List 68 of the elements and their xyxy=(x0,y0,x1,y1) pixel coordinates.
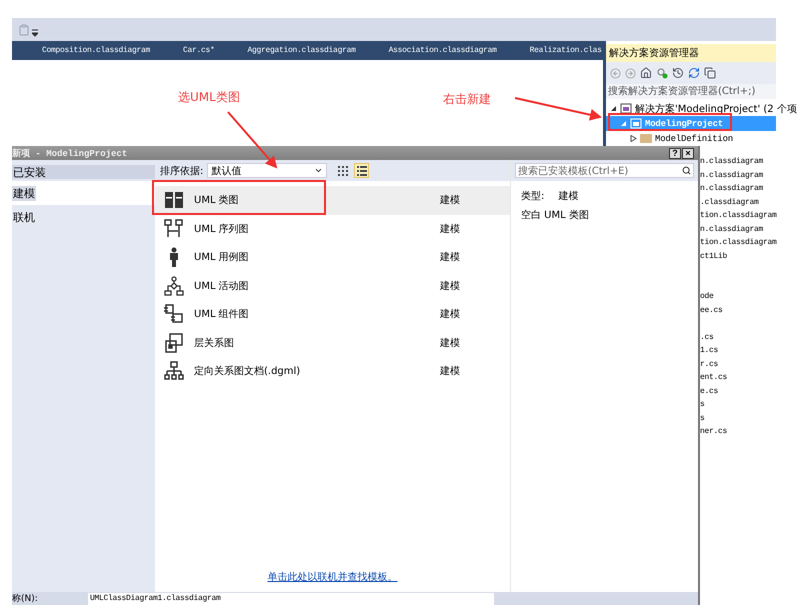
template-row[interactable]: 层关系图 建模 xyxy=(155,328,510,357)
file-name[interactable]: s xyxy=(700,414,705,422)
document-tab[interactable]: Aggregation.classdiagram xyxy=(248,44,356,57)
list-view-button[interactable] xyxy=(354,163,370,178)
document-tab[interactable]: Car.cs* xyxy=(183,44,215,57)
collapsed-arrow-icon[interactable] xyxy=(630,135,637,142)
sort-label: 排序依据: xyxy=(160,164,204,178)
sort-dropdown[interactable]: 默认值 xyxy=(207,163,328,178)
template-row[interactable]: UML 序列图 建模 xyxy=(155,214,510,243)
file-name[interactable]: ner.cs xyxy=(700,427,728,436)
tree-item[interactable]: ModelDefinition xyxy=(606,131,776,146)
file-name[interactable]: .cs xyxy=(700,332,714,342)
type-value: 建模 xyxy=(558,190,578,203)
expanded-arrow-icon[interactable] xyxy=(610,105,617,112)
grid-view-button[interactable] xyxy=(335,163,350,178)
search-field[interactable]: 搜索解决方案资源管理器(Ctrl+;) xyxy=(606,84,776,99)
annotation-text: 右击新建 xyxy=(443,91,491,108)
close-button[interactable]: × xyxy=(682,148,694,158)
template-row[interactable]: UML 类图 建模 xyxy=(155,186,510,214)
document-tab[interactable]: Realization.clas xyxy=(530,44,602,57)
file-name[interactable]: ent.cs xyxy=(700,373,728,382)
annotation-text: 选UML类图 xyxy=(178,89,240,106)
file-name[interactable]: ct1Lib xyxy=(700,252,728,260)
file-name[interactable]: n.classdiagram xyxy=(700,170,764,180)
help-button[interactable]: ? xyxy=(669,148,681,158)
category-item[interactable]: 联机 xyxy=(12,210,36,224)
template-row[interactable]: UML 组件图 建模 xyxy=(155,300,510,328)
template-row[interactable]: UML 活动图 建模 xyxy=(155,272,510,300)
component-diagram-icon xyxy=(164,304,184,324)
file-name[interactable]: n.classdiagram xyxy=(700,157,764,166)
activity-diagram-icon xyxy=(164,276,184,296)
file-name[interactable]: n.classdiagram xyxy=(700,184,764,193)
template-row[interactable]: UML 用例图 建模 xyxy=(155,243,510,272)
class-diagram-icon xyxy=(164,190,184,210)
search-field[interactable]: 搜索已安装模板(Ctrl+E) xyxy=(515,163,694,178)
search-icon xyxy=(682,166,691,175)
file-name[interactable]: ode xyxy=(700,292,714,301)
file-name[interactable]: 1.cs xyxy=(700,346,718,355)
tree-item[interactable]: 解决方案'ModelingProject' (2 个项 xyxy=(606,101,797,116)
online-link[interactable]: 单击此处以联机并查找模板。 xyxy=(268,570,398,584)
file-name[interactable]: n.classdiagram xyxy=(700,224,764,234)
folder-icon xyxy=(640,133,652,144)
file-name[interactable]: s xyxy=(700,400,705,409)
document-tab[interactable]: Association.classdiagram xyxy=(388,44,497,57)
name-label: 称(N): xyxy=(12,592,39,605)
type-label: 类型: xyxy=(521,190,544,203)
document-tab[interactable]: Composition.classdiagram xyxy=(42,44,150,57)
dialog-title: 新项 - ModelingProject xyxy=(12,147,128,160)
panel-title: 解决方案资源管理器 xyxy=(606,44,776,62)
template-row[interactable]: 定向关系图文档(.dgml) 建模 xyxy=(155,357,510,386)
hierarchy-icon xyxy=(164,361,184,382)
dropdown-caret-icon xyxy=(314,166,324,175)
history-icon[interactable] xyxy=(672,67,684,79)
category-item[interactable]: 建模 xyxy=(12,186,36,200)
file-name[interactable]: tion.classdiagram xyxy=(700,211,777,220)
file-name[interactable]: r.cs xyxy=(700,360,718,368)
refresh-icon[interactable] xyxy=(688,67,700,79)
home-icon[interactable] xyxy=(640,67,652,79)
template-description: 空白 UML 类图 xyxy=(521,208,590,222)
name-input-field[interactable]: UMLClassDiagram1.classdiagram xyxy=(88,592,494,604)
file-name[interactable]: tion.classdiagram xyxy=(700,238,777,247)
copy-icon[interactable] xyxy=(704,67,716,79)
file-name[interactable]: .classdiagram xyxy=(700,198,759,206)
file-name[interactable]: ee.cs xyxy=(700,306,723,314)
file-name[interactable]: e.cs xyxy=(700,386,718,396)
layer-diagram-icon xyxy=(164,332,184,353)
sequence-diagram-icon xyxy=(164,218,184,239)
dropdown-caret-icon[interactable] xyxy=(32,28,38,36)
